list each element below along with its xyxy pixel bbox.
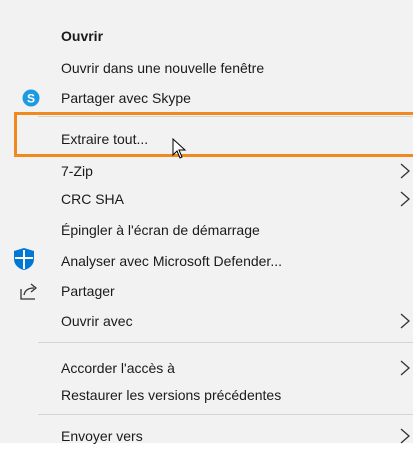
skype-icon: S [21,88,41,108]
chevron-right-icon [400,163,410,179]
menu-item-label: Partager [61,283,115,299]
menu-item-give-access[interactable]: Accorder l'accès à [0,353,413,383]
menu-item-label: Partager avec Skype [61,90,191,106]
menu-item-share[interactable]: Partager [0,276,413,306]
chevron-right-icon [400,360,410,376]
menu-item-label: Envoyer vers [61,428,143,444]
menu-separator [38,414,413,415]
menu-item-label: Ouvrir avec [61,313,133,329]
menu-item-open-with[interactable]: Ouvrir avec [0,306,413,336]
menu-item-label: Analyser avec Microsoft Defender... [61,253,282,269]
menu-item-label: Restaurer les versions précédentes [61,387,282,403]
mouse-cursor-icon [172,138,187,159]
menu-item-open[interactable]: Ouvrir [0,21,413,51]
menu-item-label: Ouvrir [61,28,104,44]
chevron-right-icon [400,191,410,207]
menu-item-share-skype[interactable]: S Partager avec Skype [0,83,413,113]
menu-item-scan-defender[interactable]: Analyser avec Microsoft Defender... [0,246,413,276]
share-icon [19,281,39,301]
menu-item-open-new-window[interactable]: Ouvrir dans une nouvelle fenêtre [0,53,413,83]
menu-separator [38,342,413,343]
menu-item-label: Accorder l'accès à [61,360,175,376]
menu-item-label: 7-Zip [61,163,93,179]
menu-item-label: Ouvrir dans une nouvelle fenêtre [61,60,265,76]
menu-item-label: Épingler à l'écran de démarrage [61,222,260,238]
menu-item-restore-versions[interactable]: Restaurer les versions précédentes [0,380,413,410]
svg-text:S: S [27,92,35,106]
menu-item-crc-sha[interactable]: CRC SHA [0,184,413,214]
menu-item-7zip[interactable]: 7-Zip [0,156,413,186]
menu-item-send-to[interactable]: Envoyer vers [0,421,413,451]
highlight-frame [14,112,413,157]
context-menu: Ouvrir Ouvrir dans une nouvelle fenêtre … [0,0,413,444]
defender-icon [0,248,40,270]
menu-item-label: CRC SHA [61,191,125,207]
chevron-right-icon [400,428,410,444]
menu-item-pin-start[interactable]: Épingler à l'écran de démarrage [0,215,413,245]
chevron-right-icon [400,313,410,329]
